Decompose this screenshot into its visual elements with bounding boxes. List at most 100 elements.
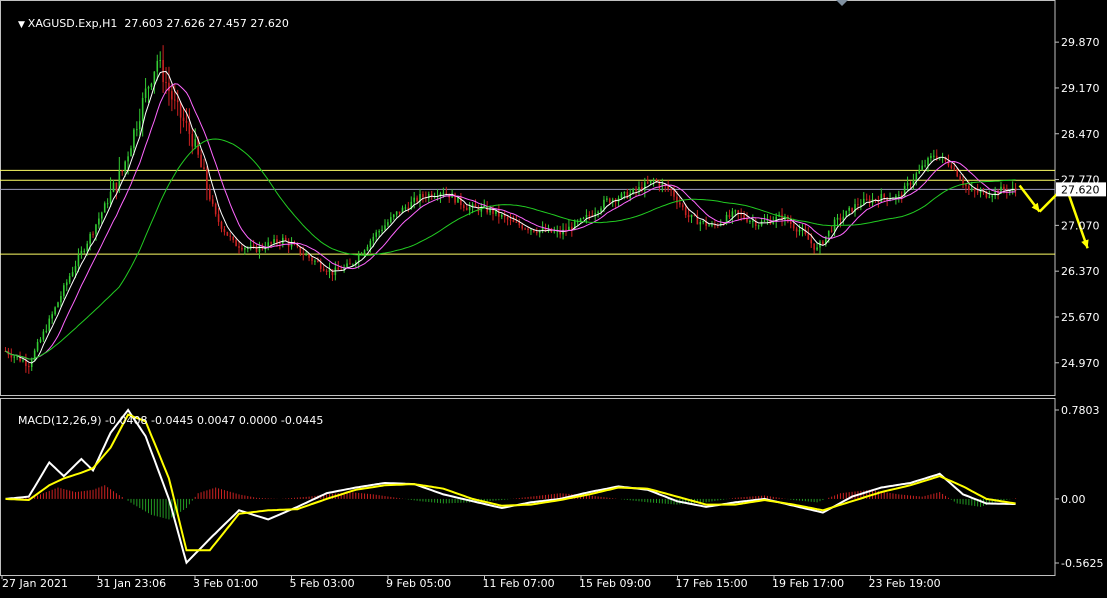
candle-body [378,231,380,233]
candle-body [352,264,354,266]
candle-body [206,169,208,190]
dropdown-triangle-icon[interactable]: ▼ [18,20,28,30]
candle-body [422,194,424,198]
candle-body [255,246,258,252]
candle-body [912,180,915,185]
candle-body [305,254,307,256]
candle-body [60,296,62,303]
candle-body [203,167,205,170]
candle-body [711,224,713,226]
candle-body [133,129,135,149]
candle-body [103,203,106,213]
candle-body [63,285,65,297]
candle-body [509,219,512,221]
candle-body [498,210,500,217]
candle-body [468,206,471,211]
candle-body [600,208,602,212]
candle-body [588,214,591,216]
candle-body [827,230,830,237]
candle-body [880,194,883,202]
candle-body [752,220,754,222]
candle-body [89,233,91,244]
candle-body [953,168,956,170]
candle-body [530,229,532,231]
price-tick-label: 27.070 [1061,219,1100,232]
chart-canvas[interactable]: 29.87029.17028.47027.77027.07026.37025.6… [0,0,1107,594]
symbol-label: XAGUSD.Exp,H1 [27,17,118,30]
candle-body [191,133,194,147]
candle-body [51,314,53,319]
price-tick-label: 29.870 [1061,36,1100,49]
candle-body [322,268,325,271]
candle-body [173,99,176,101]
candle-body [238,246,240,248]
candle-body [346,263,348,268]
candle-body [521,225,524,229]
candle-body [136,129,138,131]
candle-body [652,180,655,182]
candle-body [506,216,509,220]
candle-body [959,176,961,181]
candle-body [965,184,967,187]
candle-body [13,356,16,358]
candle-body [947,160,950,166]
candle-body [906,182,909,186]
candle-body [226,231,229,236]
time-tick-label: 5 Feb 03:00 [290,577,355,590]
candle-body [553,231,556,233]
candle-body [757,225,760,227]
candle-body [921,165,923,170]
candle-body [92,233,94,235]
candle-body [200,154,202,168]
candle-body [25,360,27,366]
candle-body [171,91,173,100]
time-tick-label: 31 Jan 23:06 [97,577,167,590]
macd-tick-label: 0.00 [1061,493,1086,506]
candle-body [30,360,33,368]
candle-body [883,194,886,198]
candle-body [1003,186,1005,190]
candle-body [10,354,13,358]
candle-body [273,239,275,244]
candle-body [474,204,477,207]
candle-body [684,207,687,216]
candle-body [500,214,503,217]
symbol-header[interactable]: ▼ XAGUSD.Exp,H1 27.603 27.626 27.457 27.… [4,4,289,43]
candle-body [679,202,681,205]
candle-body [302,253,305,255]
candle-body [956,168,958,177]
candle-body [789,221,792,224]
candle-body [384,225,386,230]
candle-body [124,161,126,172]
candle-body [795,228,798,232]
trading-chart[interactable]: 29.870 29.170 28.470 27.770 27.070 26.370 25.6… [0,0,1107,594]
candle-body [801,229,804,231]
time-tick-label: 15 Feb 09:00 [579,577,651,590]
candle-body [918,169,921,174]
candle-body [746,218,748,222]
price-tick-label: 29.170 [1061,82,1100,95]
candle-body [188,122,191,134]
candle-body [798,230,801,232]
candle-body [898,194,900,196]
candle-body [270,242,272,244]
candle-body [848,207,850,211]
candle-body [258,245,261,252]
candle-body [311,257,313,261]
candle-body [68,276,71,283]
candle-body [597,211,599,214]
candle-body [349,263,351,265]
candle-body [28,365,30,368]
macd-tick-label: -0.5625 [1061,557,1103,570]
candle-body [608,198,611,203]
candle-body [337,267,340,270]
candle-body [734,210,737,212]
candle-body [708,225,710,227]
candle-body [176,100,179,103]
candle-body [638,186,640,191]
candle-body [909,182,912,185]
candle-body [792,223,795,229]
candle-body [314,260,316,262]
candle-body [232,236,234,240]
candle-body [372,236,375,241]
